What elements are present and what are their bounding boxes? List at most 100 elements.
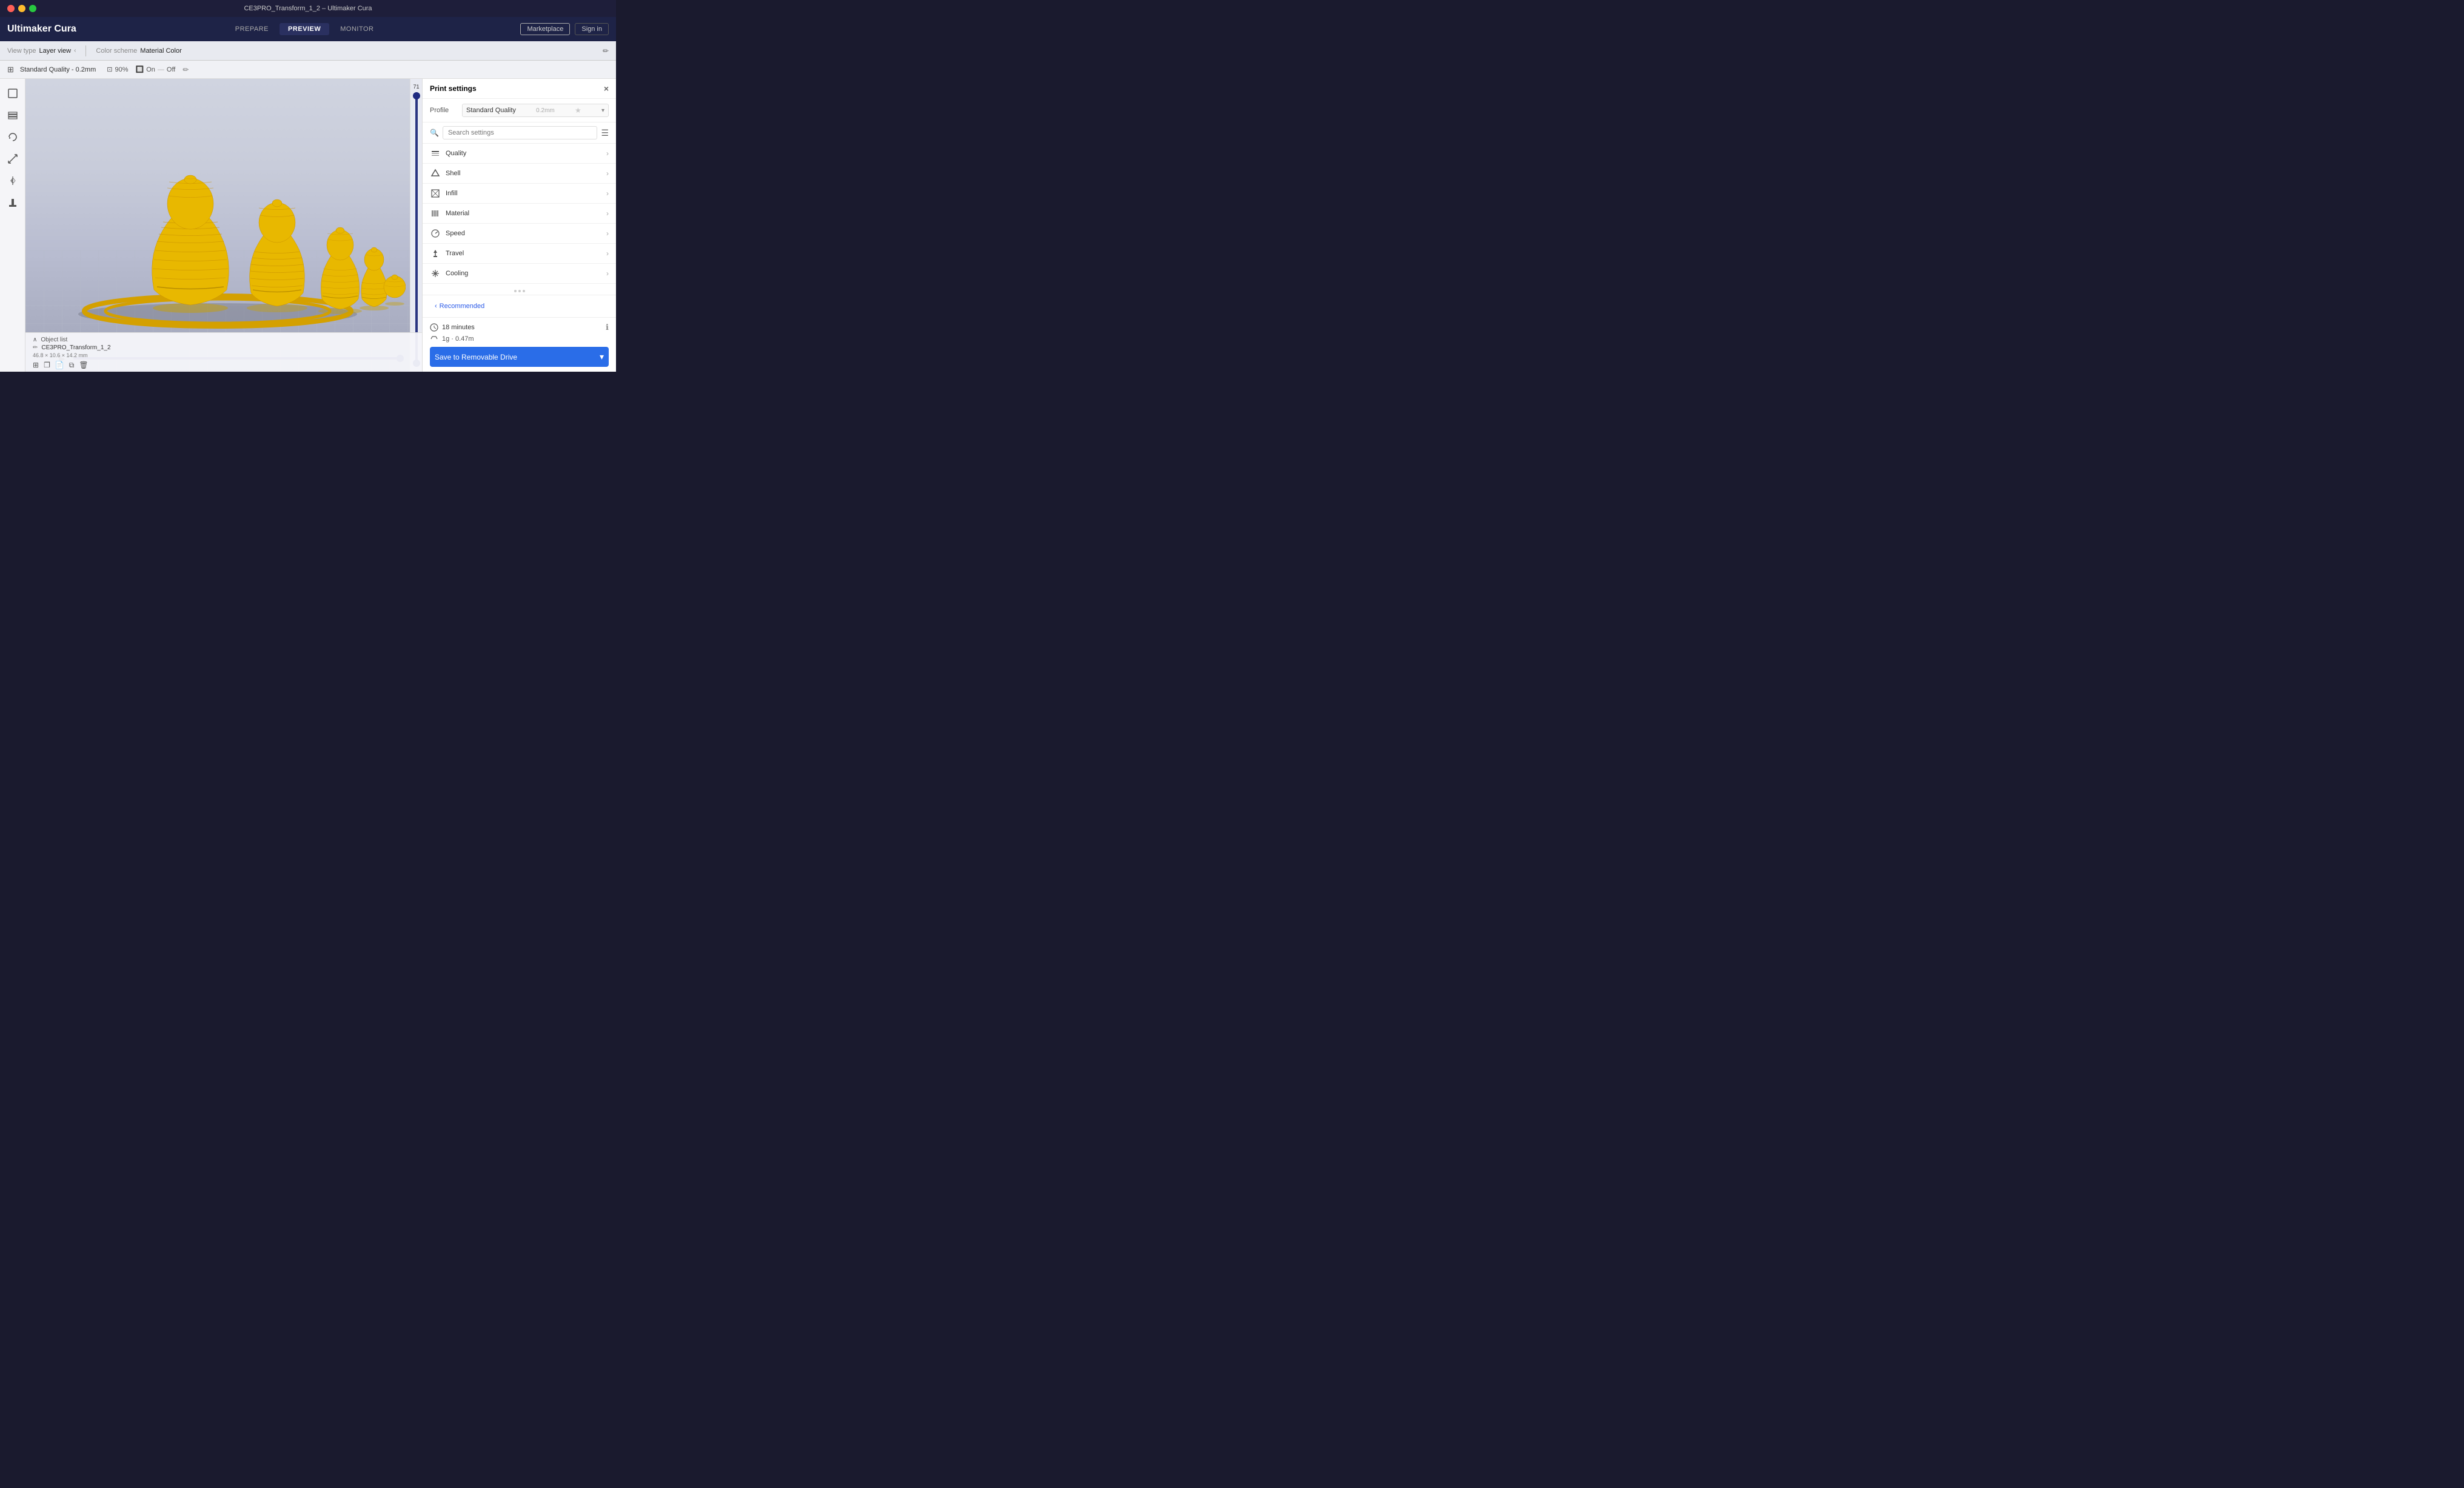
- chevron-down-icon: ▾: [601, 107, 604, 114]
- zoom-item: ⊡ 90%: [107, 65, 128, 73]
- object-icons: ⊞ ❐ 📄 ⧉ 🗑: [33, 361, 415, 370]
- view-type-label: View type: [7, 47, 36, 55]
- speed-icon: [430, 228, 441, 239]
- tool-rotate[interactable]: [3, 127, 22, 147]
- settings-list: Quality › Shell › Infill ›: [423, 144, 616, 287]
- settings-item-cooling[interactable]: Cooling ›: [423, 264, 616, 284]
- window-title: CE3PRO_Transform_1_2 – Ultimaker Cura: [244, 5, 372, 12]
- tab-prepare[interactable]: PREPARE: [227, 23, 277, 35]
- color-scheme-item: Color scheme Material Color: [96, 47, 181, 55]
- speed-chevron-icon: ›: [606, 229, 609, 238]
- save-area: 18 minutes ℹ 1g · 0.47m Save to Removabl…: [423, 318, 616, 372]
- app-logo: Ultimaker Cura: [7, 24, 76, 35]
- fullscreen-button[interactable]: [29, 5, 36, 12]
- cooling-icon: [430, 268, 441, 279]
- time-label: 18 minutes: [430, 323, 475, 332]
- vertical-slider-track[interactable]: [415, 92, 418, 367]
- object-file-icon[interactable]: 📄: [55, 361, 64, 370]
- tool-layer-view[interactable]: [3, 106, 22, 125]
- infill-chevron-icon: ›: [606, 189, 609, 198]
- shell-chevron-icon: ›: [606, 169, 609, 178]
- travel-chevron-icon: ›: [606, 249, 609, 258]
- settings-item-shell[interactable]: Shell ›: [423, 164, 616, 184]
- material-chevron-icon: ›: [606, 209, 609, 218]
- tool-support[interactable]: [3, 193, 22, 212]
- quality-icon: ⊞: [7, 65, 14, 75]
- doll-large: [152, 175, 229, 313]
- save-button-label: Save to Removable Drive: [435, 353, 517, 361]
- search-settings-input[interactable]: [443, 126, 597, 139]
- quality-label: Standard Quality - 0.2mm: [20, 66, 96, 73]
- info-icon[interactable]: ℹ: [606, 323, 609, 332]
- close-button[interactable]: [7, 5, 15, 12]
- toolbar-divider: [85, 45, 86, 56]
- quality-label: Quality: [446, 150, 601, 157]
- recommended-chevron-icon: ‹: [435, 303, 437, 310]
- tool-mirror[interactable]: [3, 171, 22, 190]
- layer-icon: 🔲: [136, 65, 144, 73]
- settings-item-quality[interactable]: Quality ›: [423, 144, 616, 164]
- panel-close-button[interactable]: ×: [604, 84, 609, 93]
- settings-pen-icon[interactable]: ✏: [182, 65, 189, 74]
- logo-suffix: Cura: [54, 24, 76, 34]
- quality-icons: ⊡ 90% 🔲 On — Off ✏: [107, 65, 189, 74]
- profile-select[interactable]: Standard Quality 0.2mm ★ ▾: [462, 104, 609, 117]
- settings-menu-icon[interactable]: ☰: [601, 128, 609, 138]
- tool-scale[interactable]: [3, 149, 22, 169]
- settings-item-speed[interactable]: Speed ›: [423, 224, 616, 244]
- save-button-arrow-icon: ▾: [600, 352, 604, 362]
- traffic-lights[interactable]: [7, 5, 36, 12]
- object-dimensions: 46.8 × 10.6 × 14.2 mm: [33, 352, 415, 358]
- settings-item-material[interactable]: Material ›: [423, 204, 616, 224]
- on-off-item: 🔲 On — Off: [136, 65, 176, 73]
- settings-item-infill[interactable]: Infill ›: [423, 184, 616, 204]
- dot-2: [518, 290, 521, 292]
- chevron-down-icon[interactable]: ∧: [33, 337, 37, 343]
- viewport: ▶ 71 ∧ Object list ✏ CE3PRO_Transform_1_…: [25, 79, 422, 372]
- settings-item-travel[interactable]: Travel ›: [423, 244, 616, 264]
- object-delete-icon[interactable]: 🗑: [79, 361, 88, 370]
- cooling-label: Cooling: [446, 270, 601, 277]
- dots-row: [423, 287, 616, 295]
- bottom-bar: ∧ Object list ✏ CE3PRO_Transform_1_2 46.…: [25, 332, 422, 372]
- nav-tabs: PREPARE PREVIEW MONITOR: [98, 23, 511, 35]
- search-icon: 🔍: [430, 129, 439, 137]
- recommended-button[interactable]: ‹ Recommended: [430, 300, 489, 312]
- color-scheme-label: Color scheme: [96, 47, 137, 55]
- right-slider: 71: [410, 79, 422, 372]
- dot-1: [514, 290, 517, 292]
- weight-icon: [430, 335, 438, 343]
- object-view-icon[interactable]: ⊞: [33, 361, 39, 370]
- star-icon: ★: [575, 106, 581, 115]
- infill-label: Infill: [446, 190, 601, 197]
- infill-icon: [430, 188, 441, 199]
- dolls-scene: [42, 135, 406, 347]
- object-list-label: Object list: [41, 337, 67, 343]
- toolbar: View type Layer view ‹ Color scheme Mate…: [0, 41, 616, 61]
- dot-3: [523, 290, 525, 292]
- zoom-value: 90%: [115, 66, 128, 73]
- nav-right: Marketplace Sign in: [520, 23, 609, 35]
- tab-monitor[interactable]: MONITOR: [332, 23, 382, 35]
- object-split-icon[interactable]: ⧉: [69, 361, 75, 370]
- object-name: CE3PRO_Transform_1_2: [41, 344, 110, 351]
- shell-label: Shell: [446, 170, 601, 177]
- tab-preview[interactable]: PREVIEW: [280, 23, 329, 35]
- signin-button[interactable]: Sign in: [575, 23, 609, 35]
- shell-icon: [430, 168, 441, 179]
- object-list-header: ∧ Object list: [33, 337, 415, 343]
- view-type-chevron-icon[interactable]: ‹: [74, 47, 76, 54]
- object-copy-icon[interactable]: ❐: [44, 361, 50, 370]
- save-button[interactable]: Save to Removable Drive ▾: [430, 347, 609, 367]
- tool-solid-view[interactable]: [3, 84, 22, 103]
- edit-icon[interactable]: ✏: [603, 47, 609, 55]
- marketplace-button[interactable]: Marketplace: [520, 23, 570, 35]
- cooling-chevron-icon: ›: [606, 269, 609, 278]
- quality-chevron-icon: ›: [606, 149, 609, 158]
- main-content: ▶ 71 ∧ Object list ✏ CE3PRO_Transform_1_…: [0, 79, 616, 372]
- v-slider-top-thumb[interactable]: [413, 92, 420, 99]
- pencil-icon: ✏: [33, 344, 38, 351]
- panel-header: Print settings ×: [423, 79, 616, 99]
- minimize-button[interactable]: [18, 5, 25, 12]
- clock-icon: [430, 323, 438, 332]
